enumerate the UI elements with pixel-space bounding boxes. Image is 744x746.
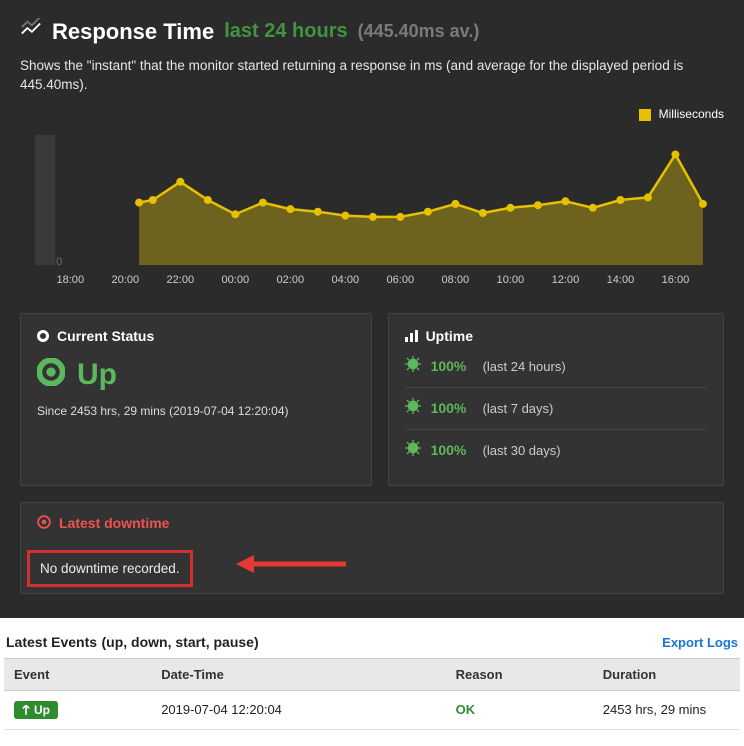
legend-label: Milliseconds [659, 107, 724, 121]
svg-text:08:00: 08:00 [442, 274, 470, 286]
bar-chart-icon [405, 330, 418, 342]
events-table: Event Date-Time Reason Duration Up 2019-0… [4, 658, 740, 730]
uptime-card: Uptime 100% (last 24 hours) 100% (last 7 da… [388, 313, 724, 486]
uptime-row: 100% (last 30 days) [405, 429, 707, 471]
svg-text:02:00: 02:00 [277, 274, 305, 286]
record-icon [37, 330, 49, 342]
svg-text:22:00: 22:00 [166, 274, 194, 286]
page-header: Response Time last 24 hours (445.40ms av… [20, 18, 724, 45]
downtime-heading: Latest downtime [59, 515, 169, 531]
svg-text:06:00: 06:00 [387, 274, 415, 286]
svg-text:0: 0 [56, 256, 62, 268]
page-description: Shows the "instant" that the monitor sta… [20, 57, 724, 95]
export-logs-link[interactable]: Export Logs [662, 635, 738, 650]
downtime-text: No downtime recorded. [27, 550, 193, 587]
col-reason: Reason [446, 658, 593, 690]
status-since: Since 2453 hrs, 29 mins (2019-07-04 12:2… [37, 404, 355, 418]
latest-downtime-card: Latest downtime No downtime recorded. [20, 502, 724, 594]
uptime-row: 100% (last 7 days) [405, 387, 707, 429]
event-up-badge: Up [14, 701, 58, 719]
page-title: Response Time [52, 19, 214, 45]
page-average: (445.40ms av.) [358, 21, 480, 42]
uptime-label: (last 30 days) [483, 443, 561, 458]
burst-icon [405, 398, 421, 419]
svg-text:04:00: 04:00 [332, 274, 360, 286]
col-event: Event [4, 658, 151, 690]
svg-text:18:00: 18:00 [56, 274, 84, 286]
burst-icon [405, 356, 421, 377]
burst-icon [405, 440, 421, 461]
uptime-label: (last 24 hours) [483, 359, 566, 374]
legend-swatch [639, 109, 651, 121]
status-value: Up [77, 358, 117, 392]
events-subtitle: (up, down, start, pause) [102, 634, 259, 650]
circle-down-icon [37, 515, 51, 532]
response-time-chart[interactable]: 0 18:00 20:00 22:00 00:00 02:00 04:00 06:00 08:0… [20, 125, 724, 295]
uptime-pct: 100% [431, 442, 473, 458]
table-row: Up 2019-07-04 12:20:04OK2453 hrs, 29 mins [4, 690, 740, 729]
event-reason: OK [446, 690, 593, 729]
chart-trend-icon [20, 18, 42, 45]
status-up-icon [37, 358, 65, 391]
events-title: Latest Events [6, 634, 97, 650]
uptime-pct: 100% [431, 400, 473, 416]
event-duration: 2453 hrs, 29 mins [593, 690, 740, 729]
col-datetime: Date-Time [151, 658, 445, 690]
svg-text:00:00: 00:00 [221, 274, 249, 286]
svg-text:12:00: 12:00 [552, 274, 580, 286]
uptime-label: (last 7 days) [483, 401, 554, 416]
page-range: last 24 hours [224, 20, 347, 43]
svg-text:16:00: 16:00 [662, 274, 690, 286]
chart-legend: Milliseconds [20, 107, 724, 121]
svg-text:10:00: 10:00 [497, 274, 525, 286]
current-status-heading: Current Status [57, 328, 154, 344]
uptime-heading: Uptime [426, 328, 473, 344]
svg-text:14:00: 14:00 [607, 274, 635, 286]
col-duration: Duration [593, 658, 740, 690]
annotation-arrow-icon [236, 550, 346, 583]
event-datetime: 2019-07-04 12:20:04 [151, 690, 445, 729]
uptime-row: 100% (last 24 hours) [405, 356, 707, 387]
current-status-card: Current Status Up Since 2453 hrs, 29 min… [20, 313, 372, 486]
uptime-pct: 100% [431, 358, 473, 374]
svg-text:20:00: 20:00 [111, 274, 139, 286]
